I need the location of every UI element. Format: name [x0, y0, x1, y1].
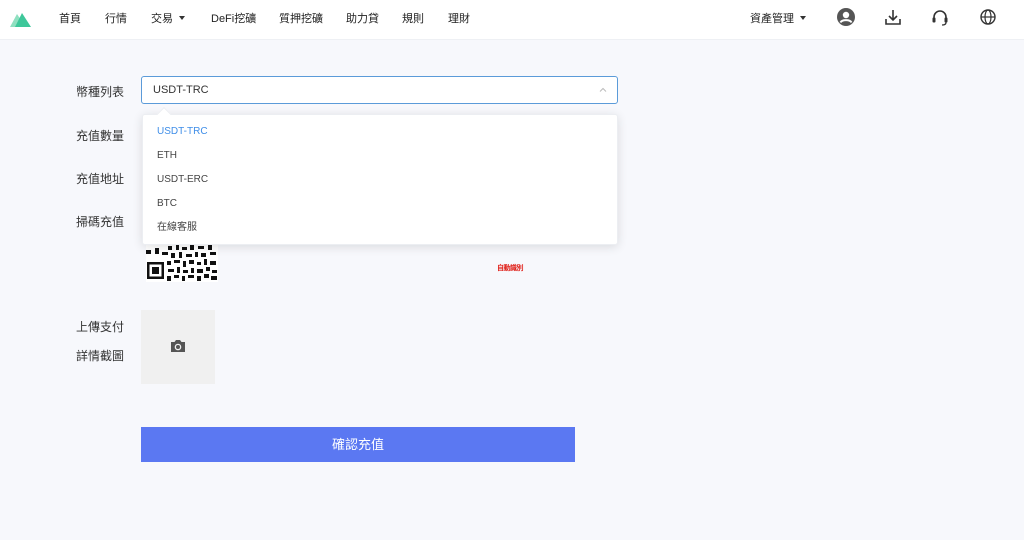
headset-icon[interactable] — [930, 7, 950, 27]
nav-item-finance[interactable]: 理財 — [448, 12, 470, 26]
currency-list-label: 幣種列表 — [76, 85, 125, 99]
currency-dropdown: USDT-TRC ETH USDT-ERC BTC 在線客服 — [142, 106, 618, 245]
nav-item-home[interactable]: 首頁 — [59, 12, 81, 26]
option-usdt-erc[interactable]: USDT-ERC — [143, 168, 617, 192]
chevron-down-icon — [179, 16, 185, 20]
user-icon[interactable] — [836, 7, 856, 27]
deposit-qr-code — [146, 244, 218, 282]
confirm-deposit-button[interactable]: 確認充值 — [141, 427, 575, 462]
chevron-up-icon — [599, 87, 607, 92]
download-icon[interactable] — [883, 7, 903, 27]
nav-item-defi-mining[interactable]: DeFi挖礦 — [211, 12, 256, 26]
upload-screenshot-box[interactable] — [141, 310, 215, 384]
top-navigation-bar: 首頁 行情 交易 DeFi挖礦 質押挖礦 助力貸 規則 理財 資產管理 — [0, 0, 1024, 40]
option-eth[interactable]: ETH — [143, 144, 617, 168]
option-usdt-trc[interactable]: USDT-TRC — [143, 120, 617, 144]
nav-item-trade[interactable]: 交易 — [151, 12, 185, 26]
globe-icon[interactable] — [978, 7, 998, 27]
currency-select-value: USDT-TRC — [153, 84, 209, 96]
option-online-support[interactable]: 在線客服 — [143, 216, 617, 240]
nav-item-staking-mining[interactable]: 質押挖礦 — [279, 12, 323, 26]
asset-management-menu[interactable]: 資產管理 — [750, 12, 806, 26]
camera-icon — [171, 340, 185, 352]
amount-label: 充值數量 — [76, 129, 125, 143]
scan-qr-label: 掃碼充值 — [76, 215, 125, 229]
auto-recognition-stamp: 自動識別 — [497, 265, 524, 272]
option-btc[interactable]: BTC — [143, 192, 617, 216]
logo-icon[interactable] — [10, 11, 32, 27]
asset-management-label: 資產管理 — [750, 13, 794, 25]
upload-label-line-2: 詳情截圖 — [76, 349, 125, 363]
upload-label-line-1: 上傳支付 — [76, 320, 125, 334]
nav-item-trade-label: 交易 — [151, 13, 173, 25]
address-label: 充值地址 — [76, 172, 125, 186]
currency-select[interactable]: USDT-TRC — [141, 76, 618, 104]
dropdown-pointer — [156, 106, 172, 122]
nav-item-loan[interactable]: 助力貸 — [346, 12, 379, 26]
nav-item-rules[interactable]: 規則 — [402, 12, 424, 26]
chevron-down-icon — [800, 16, 806, 20]
nav-item-market[interactable]: 行情 — [105, 12, 127, 26]
